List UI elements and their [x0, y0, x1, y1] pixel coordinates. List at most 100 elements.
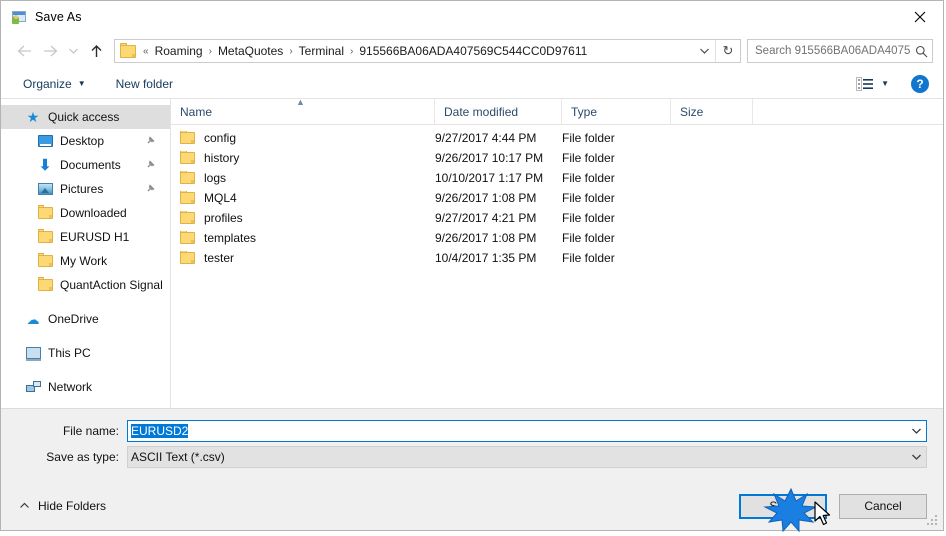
dialog-footer: Hide Folders Save Cancel — [1, 482, 943, 530]
resize-grip-icon[interactable] — [927, 515, 939, 527]
new-folder-button[interactable]: New folder — [108, 74, 181, 94]
file-type-cell: File folder — [562, 231, 615, 245]
file-type-cell: File folder — [562, 131, 615, 145]
sidebar-item-label: QuantAction Signal — [60, 278, 163, 292]
breadcrumb-item-metaquotes[interactable]: MetaQuotes — [215, 43, 286, 59]
column-header-date-modified[interactable]: Date modified — [435, 99, 562, 124]
file-name-dropdown-button[interactable] — [906, 427, 926, 435]
address-bar[interactable]: « Roaming › MetaQuotes › Terminal › 9155… — [114, 39, 741, 63]
sidebar-item-label: This PC — [48, 346, 91, 360]
sidebar-item-network[interactable]: Network — [1, 375, 170, 399]
breadcrumb-item-terminal[interactable]: Terminal — [296, 43, 347, 59]
sidebar-item-quantaction-signal[interactable]: QuantAction Signal — [1, 273, 170, 297]
sidebar-item-this-pc[interactable]: This PC — [1, 341, 170, 365]
file-rows: config 9/27/2017 4:44 PM File folder his… — [171, 125, 943, 408]
search-input[interactable]: Search 915566BA06ADA40756... — [748, 45, 910, 57]
table-row[interactable]: tester 10/4/2017 1:35 PM File folder — [171, 248, 943, 268]
save-as-app-icon — [11, 9, 27, 25]
help-button[interactable]: ? — [911, 74, 929, 93]
save-as-dialog: Save As « Roaming › MetaQuotes › Termina… — [0, 0, 944, 533]
file-date-cell: 9/27/2017 4:21 PM — [435, 211, 537, 225]
sort-ascending-icon: ▲ — [296, 97, 305, 107]
arrow-up-icon — [91, 44, 101, 57]
help-label: ? — [916, 76, 924, 91]
column-header-name[interactable]: Name ▲ — [171, 97, 435, 124]
file-name-label: profiles — [204, 211, 243, 225]
column-header-size[interactable]: Size — [671, 99, 753, 124]
navigation-sidebar: ★ Quick access Desktop ⬇ Documents Pictu… — [1, 99, 171, 408]
column-header-label: Size — [680, 104, 704, 119]
table-row[interactable]: config 9/27/2017 4:44 PM File folder — [171, 128, 943, 148]
folder-icon — [180, 211, 195, 224]
sidebar-item-eurusd-h1[interactable]: EURUSD H1 — [1, 225, 170, 249]
back-button[interactable] — [11, 38, 37, 64]
folder-icon — [180, 151, 195, 164]
column-header-label: Name — [180, 104, 213, 119]
star-icon: ★ — [26, 109, 40, 125]
file-name-label: logs — [204, 171, 227, 185]
organize-button[interactable]: Organize ▼ — [15, 74, 94, 94]
file-list-pane: Name ▲ Date modified Type Size config 9/… — [171, 97, 943, 408]
file-date-cell: 9/26/2017 10:17 PM — [435, 151, 544, 165]
file-name-row: File name: EURUSD2 — [1, 420, 943, 442]
breadcrumb-separator: › — [350, 45, 354, 57]
sidebar-item-label: Documents — [60, 158, 121, 172]
computer-icon — [25, 345, 41, 361]
table-row[interactable]: logs 10/10/2017 1:17 PM File folder — [171, 168, 943, 188]
table-row[interactable]: templates 9/26/2017 1:08 PM File folder — [171, 228, 943, 248]
table-row[interactable]: MQL4 9/26/2017 1:08 PM File folder — [171, 188, 943, 208]
address-dropdown-button[interactable] — [693, 47, 715, 55]
save-as-type-dropdown-button[interactable] — [906, 453, 926, 461]
save-form: File name: EURUSD2 Save as type: ASCII T… — [1, 408, 943, 482]
file-name-input[interactable]: EURUSD2 — [127, 420, 927, 442]
folder-icon — [180, 131, 195, 144]
forward-button[interactable] — [37, 38, 63, 64]
breadcrumb-item-roaming[interactable]: Roaming — [152, 43, 206, 59]
file-type-cell: File folder — [562, 151, 615, 165]
file-name-cell: templates — [171, 231, 435, 245]
view-options-button[interactable]: ▼ — [852, 75, 893, 93]
sidebar-item-downloaded[interactable]: Downloaded — [1, 201, 170, 225]
sidebar-item-label: My Work — [60, 254, 108, 268]
chevron-down-icon — [911, 428, 921, 434]
cancel-button-label: Cancel — [864, 499, 902, 513]
file-type-cell: File folder — [562, 171, 615, 185]
close-button[interactable] — [897, 1, 943, 32]
file-name-cell: config — [171, 131, 435, 145]
sidebar-item-label: EURUSD H1 — [60, 230, 130, 244]
refresh-icon: ↻ — [722, 43, 734, 58]
hide-folders-button[interactable]: Hide Folders — [17, 499, 106, 513]
file-date-cell: 10/10/2017 1:17 PM — [435, 171, 544, 185]
table-row[interactable]: history 9/26/2017 10:17 PM File folder — [171, 148, 943, 168]
refresh-button[interactable]: ↻ — [715, 40, 740, 62]
column-header-blank — [753, 99, 943, 124]
recent-locations-button[interactable] — [63, 38, 83, 64]
search-box[interactable]: Search 915566BA06ADA40756... — [747, 39, 933, 63]
folder-icon — [180, 171, 195, 184]
folder-icon — [180, 191, 195, 204]
breadcrumb-item-instance[interactable]: 915566BA06ADA407569C544CC0D97611 — [356, 43, 590, 59]
file-name-label: templates — [204, 231, 257, 245]
save-as-type-select[interactable]: ASCII Text (*.csv) — [127, 446, 927, 468]
sidebar-item-label: Quick access — [48, 110, 120, 124]
sidebar-item-pictures[interactable]: Pictures — [1, 177, 170, 201]
file-type-cell: File folder — [562, 211, 615, 225]
sidebar-item-desktop[interactable]: Desktop — [1, 129, 170, 153]
file-name-label: config — [204, 131, 237, 145]
file-name-label: tester — [204, 251, 235, 265]
save-button[interactable]: Save — [739, 493, 827, 519]
search-icon — [910, 45, 932, 58]
sidebar-item-quick-access[interactable]: ★ Quick access — [1, 105, 170, 129]
cancel-button[interactable]: Cancel — [839, 493, 927, 519]
table-row[interactable]: profiles 9/27/2017 4:21 PM File folder — [171, 208, 943, 228]
sidebar-item-documents[interactable]: ⬇ Documents — [1, 153, 170, 177]
file-name-cell: logs — [171, 171, 435, 185]
breadcrumb-overflow[interactable]: « — [140, 46, 152, 57]
sidebar-item-my-work[interactable]: My Work — [1, 249, 170, 273]
sidebar-item-onedrive[interactable]: ☁ OneDrive — [1, 307, 170, 331]
up-button[interactable] — [83, 38, 109, 64]
column-header-type[interactable]: Type — [562, 99, 671, 124]
pin-icon — [146, 134, 156, 148]
footer-buttons: Save Cancel — [727, 493, 927, 519]
close-icon — [914, 11, 926, 22]
